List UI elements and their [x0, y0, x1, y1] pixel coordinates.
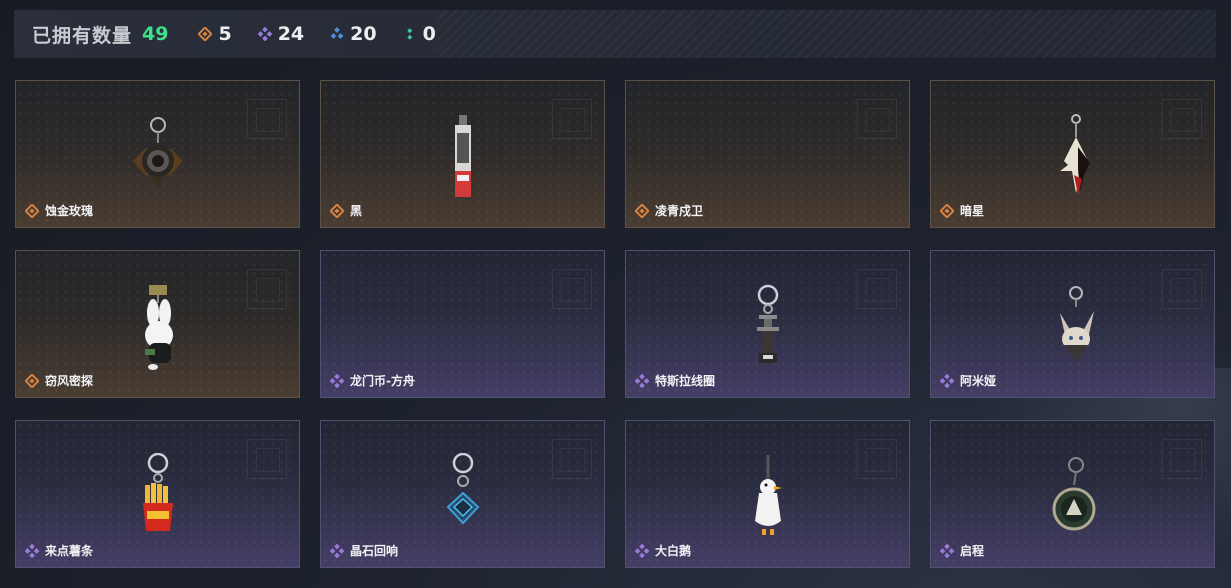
card-decoration	[1162, 99, 1202, 139]
item-card[interactable]: 阿米娅	[930, 250, 1215, 398]
item-card[interactable]: 凌青戍卫	[625, 80, 910, 228]
fries-keychain-icon	[142, 453, 173, 531]
item-name: 晶石回响	[350, 544, 399, 558]
card-decoration	[247, 269, 287, 309]
stat-blue: 20	[330, 23, 377, 45]
goose-keychain-icon	[754, 455, 782, 535]
rose-keychain-icon	[132, 117, 183, 189]
purple-diamond-icon	[330, 543, 344, 558]
purple-diamond-icon	[257, 27, 272, 41]
purple-diamond-icon	[330, 373, 344, 388]
item-card[interactable]: 暗星	[930, 80, 1215, 228]
medallion-keychain-icon	[1052, 457, 1095, 531]
collection-summary-bar: 已拥有数量 49 5 24 20 0	[14, 10, 1216, 58]
item-name: 阿米娅	[960, 374, 997, 388]
card-decoration	[247, 99, 287, 139]
orange-diamond-icon	[25, 373, 39, 388]
item-name: 蚀金玫瑰	[45, 204, 94, 218]
item-name: 黑	[350, 204, 363, 218]
item-name: 窃风密探	[45, 374, 94, 388]
stat-orange-value: 5	[218, 23, 232, 45]
stat-orange: 5	[198, 23, 232, 45]
tesla-coil-keychain-icon	[756, 284, 779, 363]
crystal-keychain-icon	[446, 453, 479, 525]
item-card[interactable]: 蚀金玫瑰	[15, 80, 300, 228]
item-name: 大白鹅	[655, 544, 692, 558]
orange-diamond-icon	[330, 203, 344, 218]
orange-diamond-icon	[940, 203, 954, 218]
amiya-keychain-icon	[1059, 286, 1094, 363]
stat-blue-value: 20	[350, 23, 377, 45]
item-card[interactable]: 黑	[320, 80, 605, 228]
item-card[interactable]: 龙门币-方舟	[320, 250, 605, 398]
card-decoration	[552, 99, 592, 139]
purple-diamond-icon	[940, 373, 954, 388]
rabbit-keychain-icon	[144, 285, 173, 370]
item-card[interactable]: 晶石回响	[320, 420, 605, 568]
card-decoration	[857, 99, 897, 139]
item-card[interactable]: 大白鹅	[625, 420, 910, 568]
item-card[interactable]: 特斯拉线圈	[625, 250, 910, 398]
purple-diamond-icon	[940, 543, 954, 558]
card-decoration	[552, 269, 592, 309]
card-decoration	[247, 439, 287, 479]
item-name: 凌青戍卫	[655, 204, 704, 218]
stat-teal-value: 0	[422, 23, 436, 45]
card-decoration	[1162, 439, 1202, 479]
item-card[interactable]: 来点薯条	[15, 420, 300, 568]
card-decoration	[857, 439, 897, 479]
dark-star-keychain-icon	[1059, 114, 1090, 195]
purple-diamond-icon	[635, 373, 649, 388]
item-name: 启程	[960, 544, 985, 558]
item-card[interactable]: 窃风密探	[15, 250, 300, 398]
stat-purple-value: 24	[277, 23, 305, 45]
card-decoration	[552, 439, 592, 479]
owned-label: 已拥有数量	[32, 24, 133, 47]
tag-keychain-icon	[454, 115, 471, 197]
item-name: 特斯拉线圈	[655, 374, 716, 388]
stat-teal: 0	[403, 23, 436, 45]
item-name: 来点薯条	[45, 544, 94, 558]
blue-diamond-icon	[330, 27, 344, 39]
orange-diamond-icon	[635, 203, 649, 218]
card-decoration	[857, 269, 897, 309]
item-name: 龙门币-方舟	[350, 374, 415, 388]
teal-dots-icon	[406, 28, 412, 40]
card-decoration	[1162, 269, 1202, 309]
item-name: 暗星	[960, 204, 985, 218]
owned-count: 49	[142, 23, 169, 45]
stat-purple: 24	[257, 23, 305, 45]
purple-diamond-icon	[635, 543, 649, 558]
item-card[interactable]: 启程	[930, 420, 1215, 568]
orange-diamond-icon	[25, 203, 39, 218]
purple-diamond-icon	[25, 543, 39, 558]
orange-diamond-icon	[198, 27, 213, 41]
